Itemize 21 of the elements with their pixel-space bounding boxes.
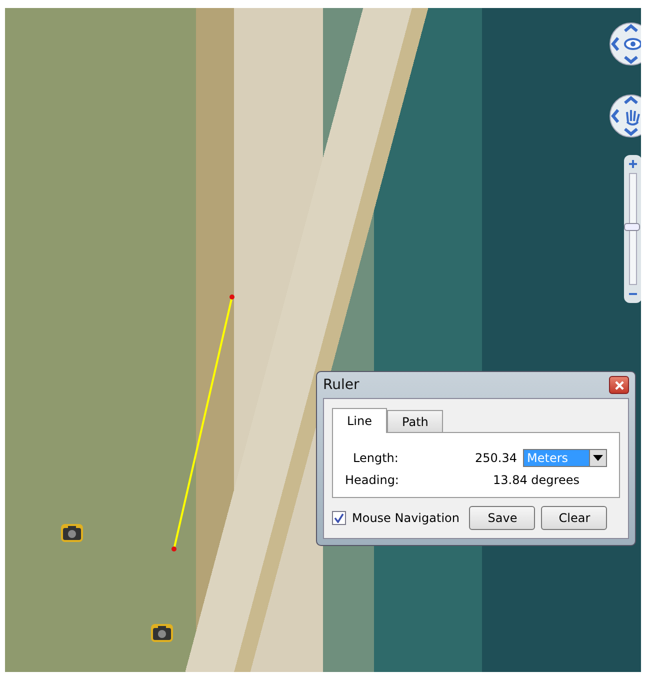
checkmark-icon bbox=[334, 513, 344, 523]
tab[interactable]: Path bbox=[387, 410, 444, 432]
zoom-slider[interactable] bbox=[624, 155, 641, 303]
mouse-navigation-checkbox[interactable]: Mouse Navigation bbox=[332, 511, 460, 525]
heading-label: Heading: bbox=[345, 473, 400, 487]
heading-value: 13.84 degrees bbox=[493, 473, 580, 487]
dialog-title: Ruler bbox=[323, 377, 360, 393]
zoom-slider-thumb[interactable] bbox=[624, 222, 640, 231]
tab[interactable]: Line bbox=[332, 408, 388, 433]
caret-icon bbox=[589, 450, 606, 466]
close-button[interactable] bbox=[609, 376, 629, 394]
satellite-map-photo[interactable]: Ruler Line Path Length: 250.34 Meters Heading: 13.84 degrees Mouse Navigation Save Clear bbox=[5, 8, 641, 672]
dialog-button[interactable]: Save bbox=[469, 506, 536, 530]
close-icon bbox=[614, 380, 624, 390]
look-around-control-icon[interactable] bbox=[609, 22, 641, 66]
camera-icon[interactable] bbox=[60, 523, 84, 543]
length-value: 250.34 bbox=[474, 451, 517, 465]
length-label: Length: bbox=[352, 451, 400, 465]
pan-control-icon[interactable] bbox=[609, 94, 641, 138]
dialog-button[interactable]: Clear bbox=[541, 506, 608, 530]
camera-icon[interactable] bbox=[150, 623, 174, 643]
